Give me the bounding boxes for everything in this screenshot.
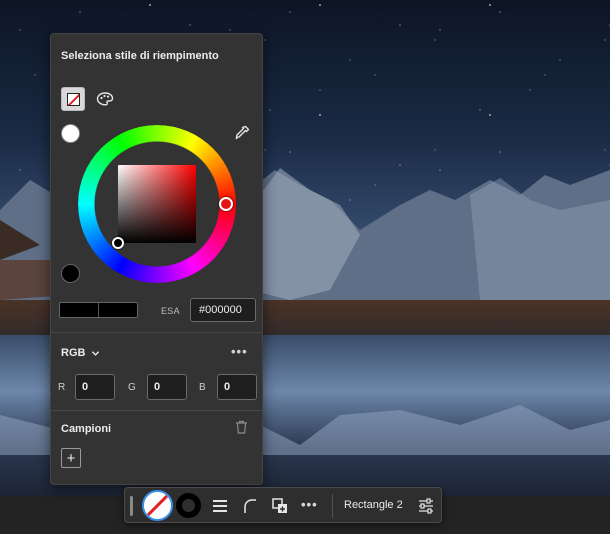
previous-color-swatch[interactable] [60,303,98,317]
object-name[interactable]: Rectangle 2 [344,499,403,511]
context-toolbar: ••• Rectangle 2 [124,487,442,523]
blue-label: B [199,382,206,393]
lines-icon[interactable] [211,497,229,515]
drag-handle[interactable] [130,496,133,516]
current-color-swatch [98,303,137,317]
red-label: R [58,382,66,393]
divider [51,332,262,333]
divider [51,410,262,411]
red-input[interactable] [75,374,115,400]
swatches-title: Campioni [61,423,112,435]
corner-radius-icon[interactable] [241,497,259,515]
white-color-button[interactable] [61,124,80,143]
add-swatch-button[interactable]: + [61,448,81,468]
color-mode-dropdown[interactable]: RGB [61,347,100,359]
color-preview [59,302,138,318]
hex-input[interactable] [190,298,256,322]
green-input[interactable] [147,374,187,400]
blue-input[interactable] [217,374,257,400]
stroke-button[interactable] [176,493,201,518]
divider [332,494,333,518]
more-options-button[interactable]: ••• [301,497,318,512]
fill-button[interactable] [142,490,173,521]
palette-icon [96,92,114,106]
color-mode-label: RGB [61,347,86,359]
no-fill-icon [66,92,80,106]
color-picker-handle[interactable] [112,237,124,249]
chevron-down-icon [92,350,100,356]
fill-style-panel: Seleziona stile di riempimento ESA RGB •… [50,33,263,485]
hue-handle[interactable] [219,197,233,211]
black-color-button[interactable] [61,264,80,283]
saturation-brightness-square[interactable] [118,165,196,243]
trash-icon[interactable] [235,420,248,434]
no-fill-button[interactable] [61,87,85,111]
combine-shapes-icon[interactable] [271,497,289,515]
eyedropper-icon[interactable] [233,124,251,142]
panel-title: Seleziona stile di riempimento [61,50,219,62]
palette-fill-button[interactable] [93,87,117,111]
hex-label: ESA [161,306,180,316]
green-label: G [128,382,136,393]
more-options-button[interactable]: ••• [231,345,248,358]
sliders-icon[interactable] [417,497,435,515]
